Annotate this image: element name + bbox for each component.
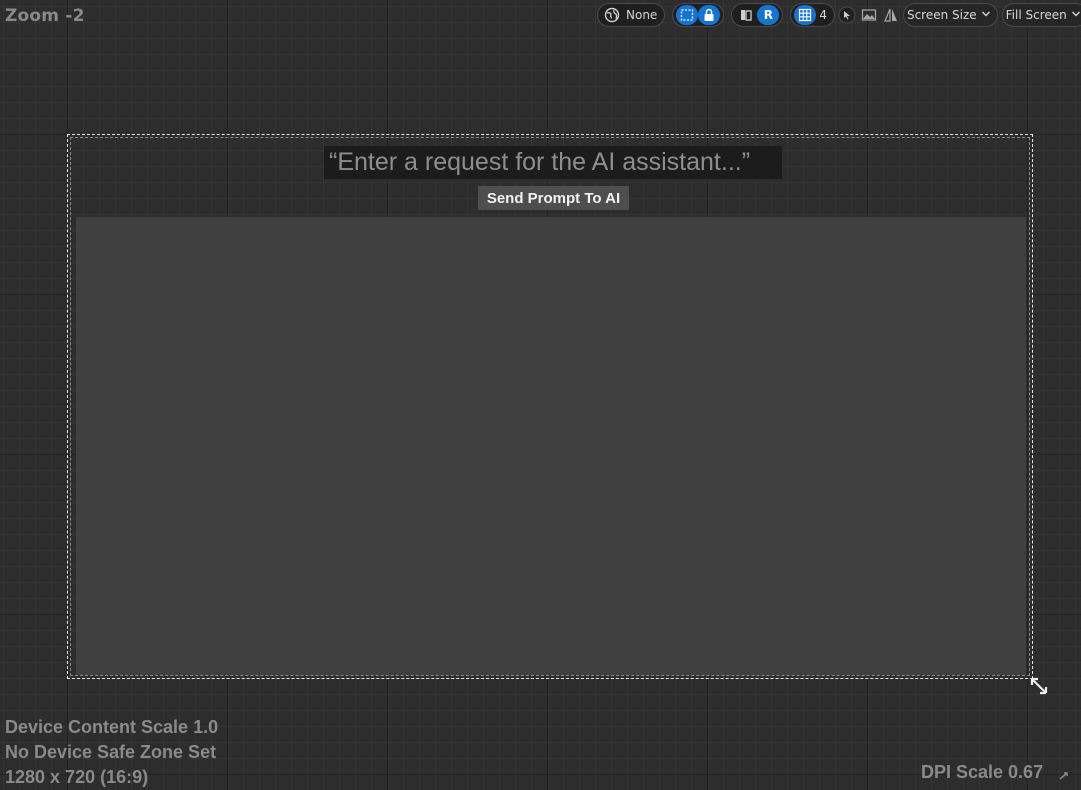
chevron-down-icon <box>1071 10 1081 21</box>
locale-preview-button[interactable]: None <box>597 3 666 27</box>
response-panel <box>76 217 1026 675</box>
grid-snap-group: 4 <box>790 3 835 27</box>
dpi-settings-icon[interactable] <box>1058 765 1070 784</box>
globe-icon <box>601 5 623 25</box>
cursor-icon[interactable] <box>837 5 857 25</box>
grid-snap-value[interactable]: 4 <box>816 8 831 22</box>
widget-preview-frame[interactable]: “Enter a request for the AI assistant...… <box>67 134 1033 679</box>
right-to-left-toggle[interactable]: R <box>757 5 780 25</box>
grid-icon[interactable] <box>794 5 817 25</box>
selection-lock-group <box>672 3 725 27</box>
image-icon[interactable] <box>859 5 879 25</box>
screen-size-label: Screen Size <box>906 8 977 22</box>
locale-value: None <box>626 8 658 22</box>
send-prompt-button[interactable]: Send Prompt To AI <box>478 186 629 210</box>
marquee-select-icon[interactable] <box>676 5 699 25</box>
layout-direction-group: R <box>731 3 784 27</box>
mirror-icon[interactable] <box>881 5 901 25</box>
prompt-input[interactable]: “Enter a request for the AI assistant...… <box>324 146 782 179</box>
layout-icon[interactable] <box>735 5 757 25</box>
dpi-scale-text: DPI Scale 0.67 <box>921 762 1044 782</box>
safe-zone-text: No Device Safe Zone Set <box>5 742 217 762</box>
screen-size-dropdown[interactable]: Screen Size <box>902 3 998 27</box>
zoom-label: Zoom -2 <box>5 6 85 26</box>
content-scale-text: Device Content Scale 1.0 <box>5 717 219 737</box>
fill-screen-label: Fill Screen <box>1005 8 1067 22</box>
resolution-text: 1280 x 720 (16:9) <box>5 767 149 787</box>
resize-icon[interactable] <box>1029 676 1049 696</box>
lock-icon[interactable] <box>698 5 721 25</box>
device-info: Device Content Scale 1.0 No Device Safe … <box>5 715 218 790</box>
designer-toolbar: None R 4 Screen Size Fill Screen <box>597 1 1081 29</box>
fill-screen-dropdown[interactable]: Fill Screen <box>1001 3 1081 27</box>
chevron-down-icon <box>981 10 991 21</box>
